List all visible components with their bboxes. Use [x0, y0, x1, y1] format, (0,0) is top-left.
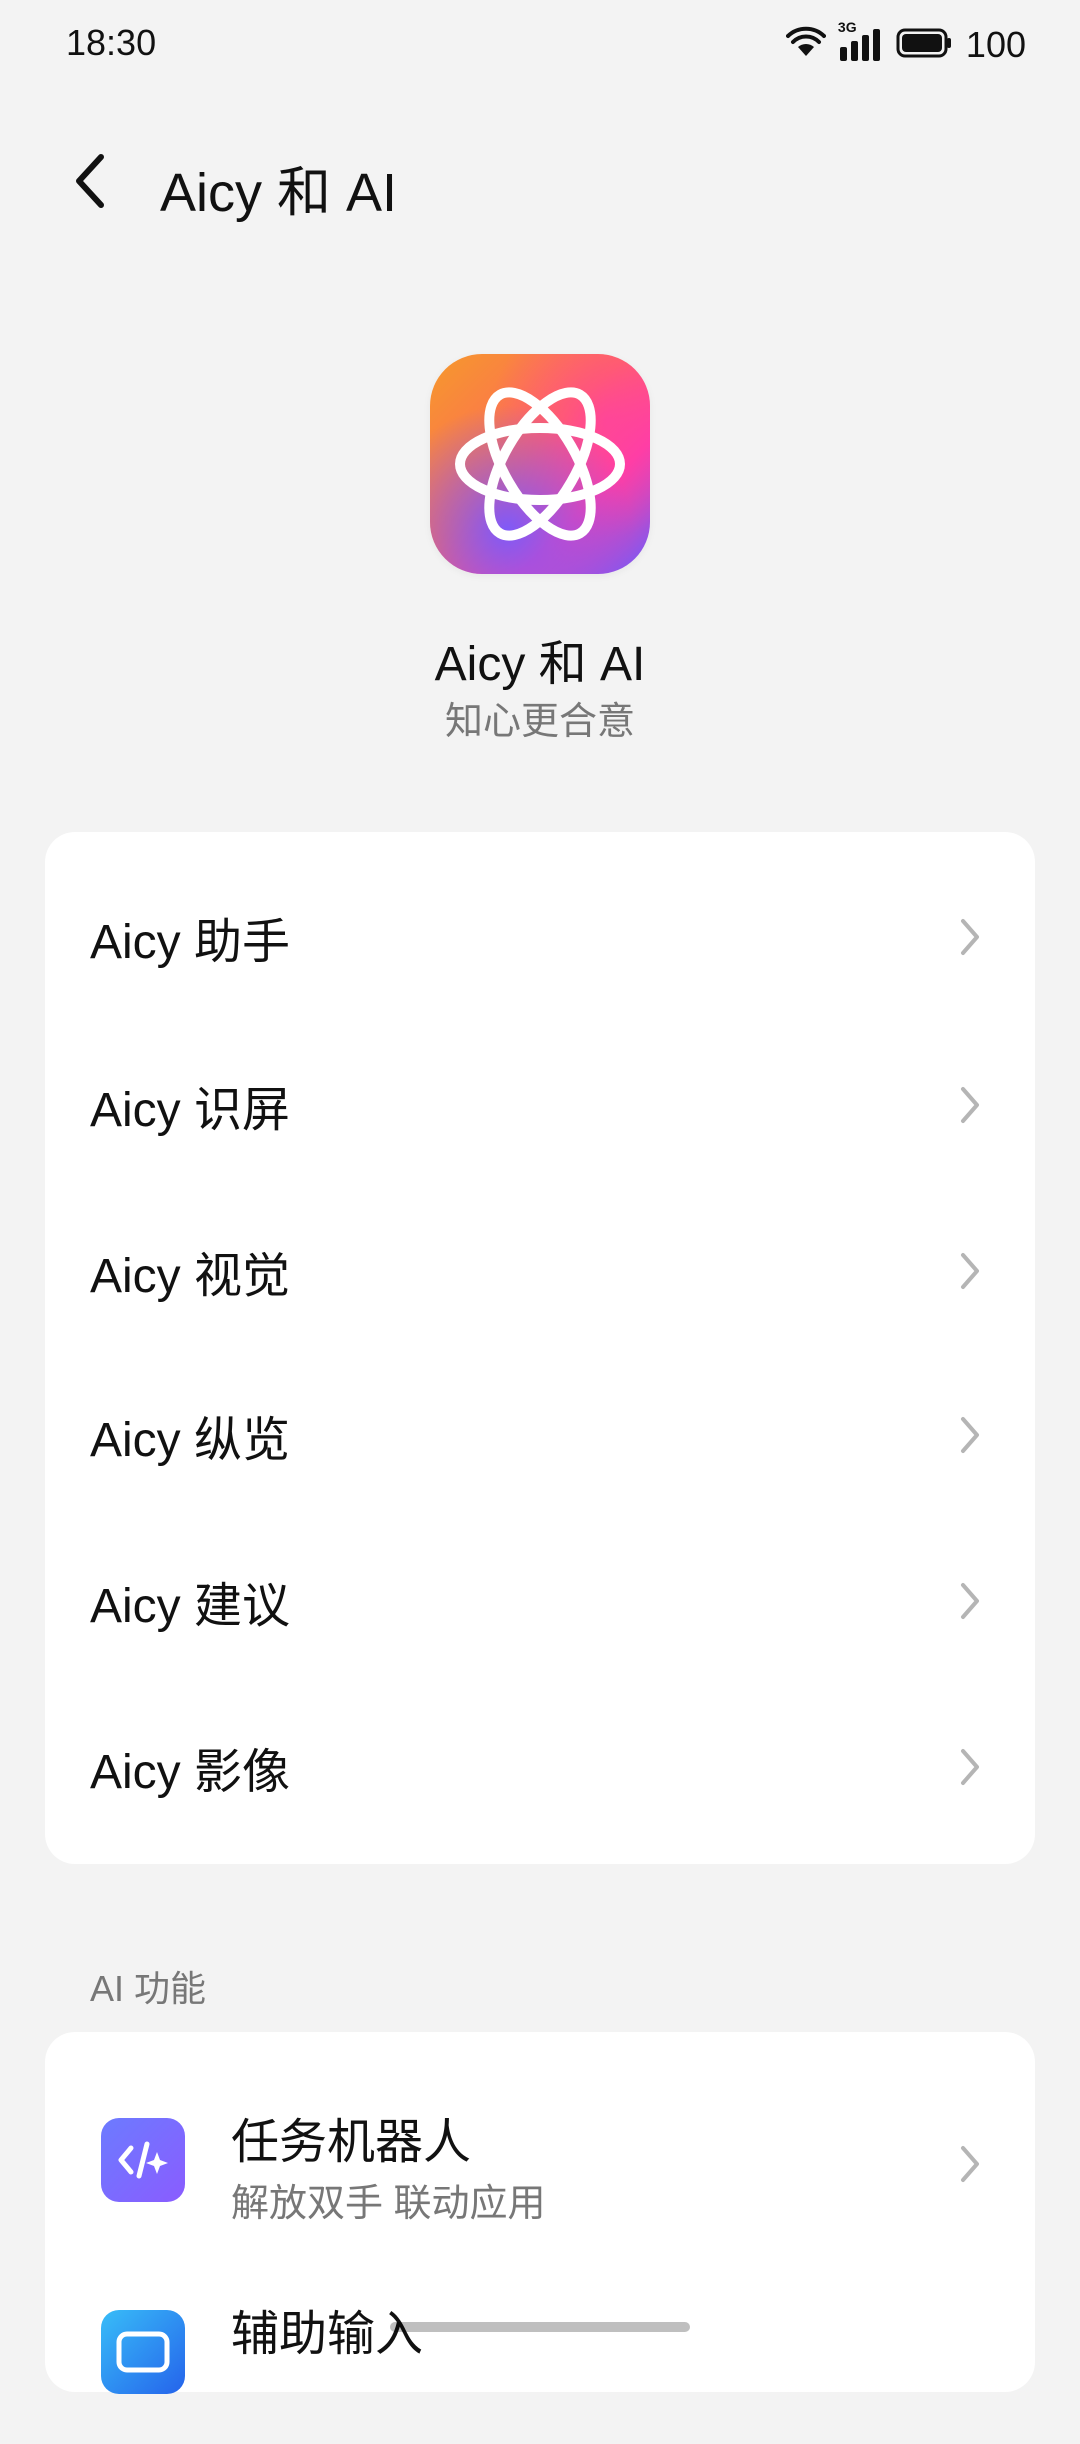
- chevron-right-icon: [961, 1417, 979, 1453]
- aicy-menu-card: Aicy 助手 Aicy 识屏 Aicy 视觉 Aicy 纵览 Aicy 建议 …: [45, 832, 1035, 1864]
- menu-item-aicy-screen-recognition[interactable]: Aicy 识屏: [45, 1050, 1035, 1160]
- header: Aicy 和 AI: [0, 140, 1080, 230]
- menu-item-label: Aicy 识屏: [90, 1084, 291, 1137]
- chevron-right-icon: [961, 1253, 979, 1289]
- chevron-right-icon: [961, 1583, 979, 1619]
- input-assist-icon: [101, 2310, 185, 2394]
- feature-title: 任务机器人: [231, 2116, 472, 2169]
- menu-item-aicy-assistant[interactable]: Aicy 助手: [45, 882, 1035, 992]
- chevron-right-icon: [961, 1087, 979, 1123]
- home-indicator[interactable]: [390, 2322, 690, 2332]
- status-icons: 3G 100: [785, 18, 1026, 72]
- task-robot-icon: [101, 2118, 185, 2202]
- menu-item-label: Aicy 建议: [90, 1580, 291, 1633]
- menu-item-label: Aicy 助手: [90, 916, 291, 969]
- menu-item-label: Aicy 纵览: [90, 1414, 291, 1467]
- app-name: Aicy 和 AI: [434, 638, 646, 691]
- status-time: 18:30: [66, 22, 157, 63]
- menu-item-aicy-overview[interactable]: Aicy 纵览: [45, 1380, 1035, 1490]
- feature-subtitle: 解放双手 联动应用: [231, 2183, 546, 2225]
- menu-item-label: Aicy 视觉: [90, 1250, 291, 1303]
- chevron-left-icon: [76, 154, 104, 208]
- section-title-ai-features: AI 功能: [90, 1968, 207, 2009]
- ai-features-card: 任务机器人 解放双手 联动应用 辅助输入: [45, 2032, 1035, 2394]
- menu-item-aicy-vision[interactable]: Aicy 视觉: [45, 1216, 1035, 1326]
- feature-task-robot[interactable]: 任务机器人 解放双手 联动应用: [45, 2032, 1035, 2232]
- page-title: Aicy 和 AI: [160, 163, 398, 223]
- battery-icon: [896, 26, 952, 65]
- wifi-icon: [785, 26, 826, 65]
- battery-level: 100: [965, 24, 1026, 65]
- status-bar: 18:30 3G 100: [0, 0, 1080, 92]
- signal-icon: 3G: [838, 19, 884, 65]
- back-button[interactable]: [56, 146, 126, 216]
- menu-item-label: Aicy 影像: [90, 1746, 291, 1799]
- feature-input-assist[interactable]: 辅助输入: [45, 2244, 1035, 2444]
- chevron-right-icon: [961, 2146, 979, 2182]
- menu-item-aicy-imaging[interactable]: Aicy 影像: [45, 1712, 1035, 1822]
- chevron-right-icon: [961, 1749, 979, 1785]
- app-subtitle: 知心更合意: [444, 701, 635, 743]
- chevron-right-icon: [961, 919, 979, 955]
- menu-item-aicy-suggestions[interactable]: Aicy 建议: [45, 1546, 1035, 1656]
- aicy-logo-icon: [430, 354, 650, 574]
